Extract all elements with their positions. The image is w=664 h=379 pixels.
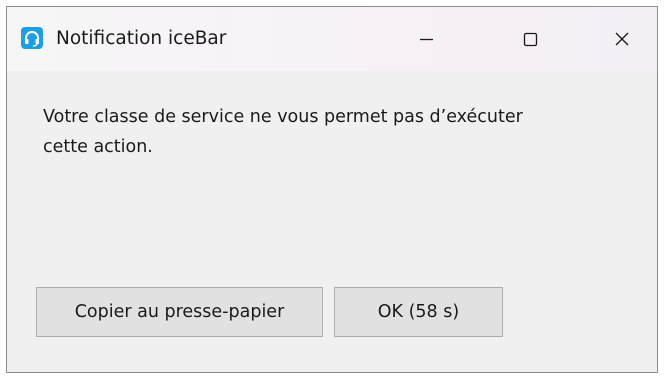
notification-dialog: Notification iceBar Votre classe de serv… bbox=[6, 6, 658, 373]
copy-to-clipboard-button[interactable]: Copier au presse-papier bbox=[36, 287, 323, 337]
window-title: Notification iceBar bbox=[56, 28, 227, 49]
title-bar[interactable]: Notification iceBar bbox=[7, 7, 657, 71]
maximize-button[interactable] bbox=[507, 7, 553, 71]
close-button[interactable] bbox=[599, 7, 645, 71]
maximize-icon bbox=[523, 32, 538, 47]
message-line-1: Votre classe de service ne vous permet p… bbox=[43, 107, 523, 127]
notification-message: Votre classe de service ne vous permet p… bbox=[43, 102, 643, 162]
ok-button[interactable]: OK (58 s) bbox=[334, 287, 503, 337]
minimize-icon bbox=[420, 38, 433, 41]
close-icon bbox=[615, 32, 629, 46]
minimize-button[interactable] bbox=[403, 7, 449, 71]
message-line-2: cette action. bbox=[43, 137, 153, 157]
headset-icon bbox=[21, 27, 43, 49]
